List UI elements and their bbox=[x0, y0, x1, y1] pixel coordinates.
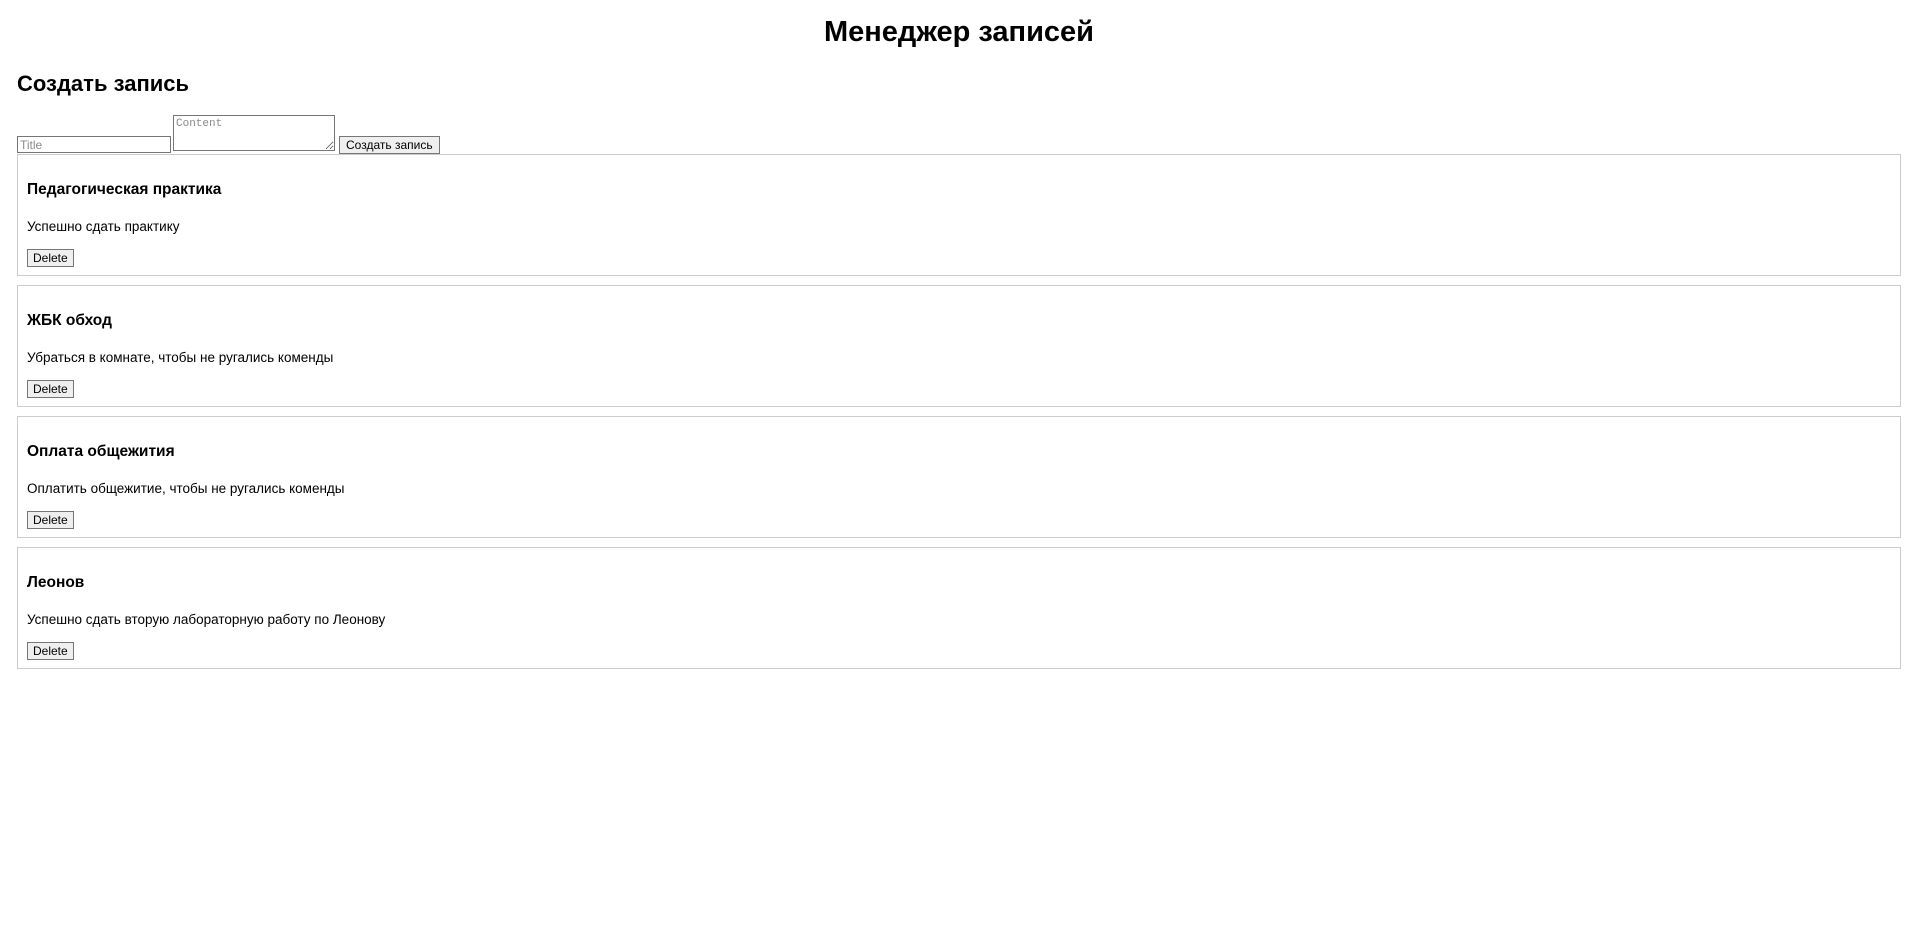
delete-button[interactable]: Delete bbox=[27, 511, 74, 529]
record-content: Успешно сдать практику bbox=[27, 219, 180, 234]
delete-button[interactable]: Delete bbox=[27, 642, 74, 660]
record-content: Оплатить общежитие, чтобы не ругались ко… bbox=[27, 481, 345, 496]
create-record-button[interactable]: Создать запись bbox=[339, 136, 440, 154]
delete-button[interactable]: Delete bbox=[27, 249, 74, 267]
content-textarea[interactable] bbox=[173, 115, 335, 151]
page-title: Менеджер записей bbox=[823, 16, 1094, 48]
delete-button[interactable]: Delete bbox=[27, 380, 74, 398]
record-card: Леонов Успешно сдать вторую лабораторную… bbox=[17, 547, 1901, 669]
record-card: ЖБК обход Убраться в комнате, чтобы не р… bbox=[17, 285, 1901, 407]
record-title: Леонов bbox=[27, 574, 85, 591]
record-title: Педагогическая практика bbox=[27, 181, 222, 198]
record-title: ЖБК обход bbox=[27, 312, 112, 329]
create-record-heading: Создать запись bbox=[17, 71, 190, 96]
record-card: Педагогическая практика Успешно сдать пр… bbox=[17, 154, 1901, 276]
record-content: Успешно сдать вторую лабораторную работу… bbox=[27, 612, 386, 627]
record-card: Оплата общежития Оплатить общежитие, что… bbox=[17, 416, 1901, 538]
records-list: Педагогическая практика Успешно сдать пр… bbox=[17, 154, 1901, 678]
record-title: Оплата общежития bbox=[27, 443, 175, 460]
title-input[interactable] bbox=[17, 136, 171, 153]
record-content: Убраться в комнате, чтобы не ругались ко… bbox=[27, 350, 334, 365]
